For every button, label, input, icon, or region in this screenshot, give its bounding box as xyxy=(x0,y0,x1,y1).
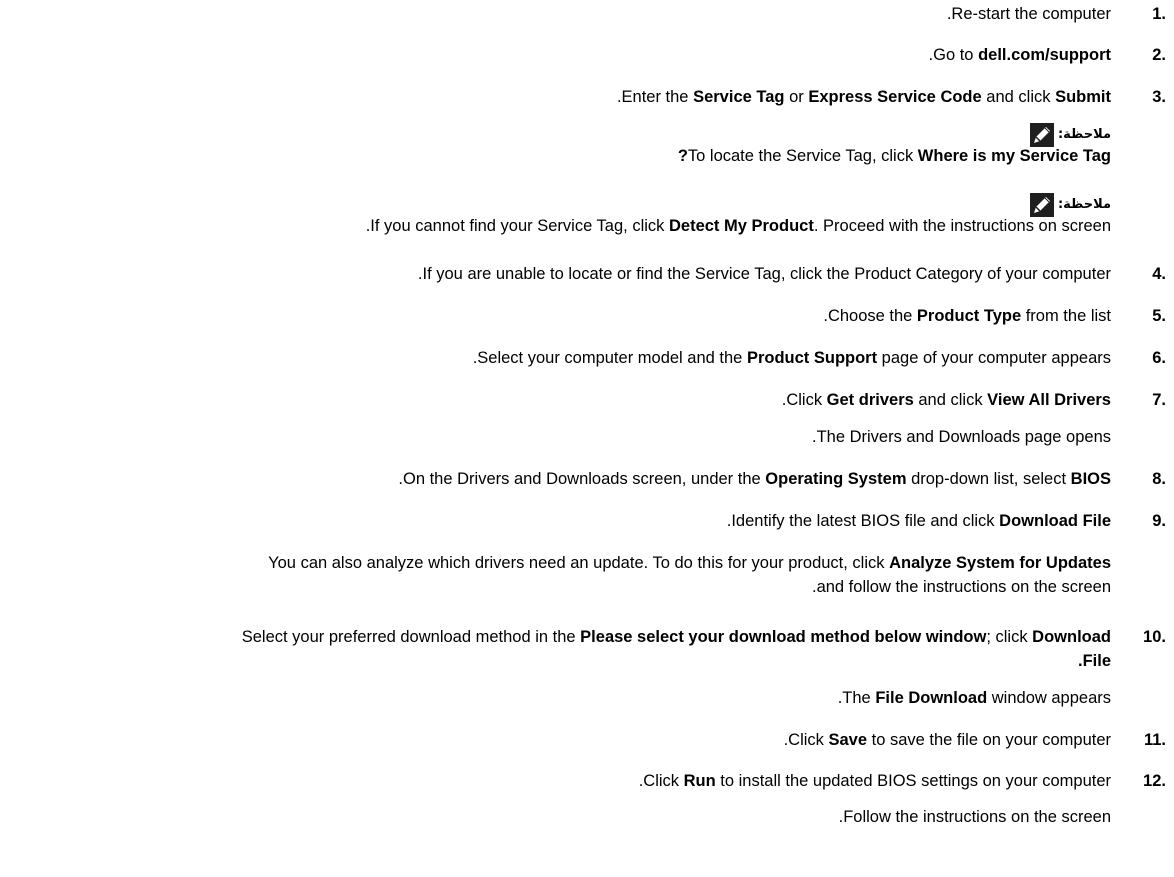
text-run: window appears xyxy=(987,689,1111,707)
step-text: .Click Run to install the updated BIOS s… xyxy=(639,771,1111,791)
step-text: .Click Save to save the file on your com… xyxy=(784,730,1111,750)
bold-text-run: Detect My Product xyxy=(668,217,814,235)
step-subtext: .Follow the instructions on the screen xyxy=(838,808,1111,826)
text-run: to save the file on your computer xyxy=(867,731,1111,749)
text-run: Select your preferred download method in… xyxy=(241,628,581,646)
step-text: .If you are unable to locate or find the… xyxy=(418,264,1111,284)
note-header: ملاحظة: xyxy=(1029,193,1111,217)
text-run: .Enter the xyxy=(616,88,694,106)
step-subtext: .and follow the instructions on the scre… xyxy=(811,578,1111,596)
step-number: .1 xyxy=(1152,5,1166,23)
step-text: Select your preferred download method in… xyxy=(242,627,1111,647)
bold-text-run: Submit xyxy=(1055,88,1111,106)
step-number: .8 xyxy=(1152,470,1166,488)
step-text: .On the Drivers and Downloads screen, un… xyxy=(398,469,1111,489)
step-number: .3 xyxy=(1152,88,1166,106)
text-run: to install the updated BIOS settings on … xyxy=(715,772,1111,790)
note-label: ملاحظة: xyxy=(1057,127,1111,142)
step-number: .9 xyxy=(1152,512,1166,530)
text-run: from the list xyxy=(1021,307,1111,325)
bold-text-run: Download File xyxy=(999,512,1111,530)
text-run: .If you cannot find your Service Tag, cl… xyxy=(365,217,669,235)
bold-text-run: Operating System xyxy=(765,470,907,488)
text-run: .The xyxy=(837,689,876,707)
bold-text-run: Service Tag xyxy=(693,88,785,106)
bold-text-run: Run xyxy=(683,772,716,790)
text-run: .Click xyxy=(781,391,827,409)
step-text: .Select your computer model and the Prod… xyxy=(473,348,1111,368)
step-number: .12 xyxy=(1143,772,1166,790)
text-run: .Click xyxy=(638,772,684,790)
bold-text-run: Where is my Service Tag xyxy=(917,147,1111,165)
pencil-note-icon xyxy=(1029,123,1054,147)
step-subtext: .The Drivers and Downloads page opens xyxy=(811,428,1111,446)
bold-text-run: .File xyxy=(1077,652,1111,670)
step-text: .Click Get drivers and click View All Dr… xyxy=(782,390,1111,410)
text-run: You can also analyze which drivers need … xyxy=(268,554,890,572)
step-text: .Re-start the computer xyxy=(947,4,1111,24)
bold-text-run: Save xyxy=(828,731,868,749)
bold-text-run: BIOS xyxy=(1070,470,1111,488)
note-label: ملاحظة: xyxy=(1057,197,1111,212)
step-number: .10 xyxy=(1143,628,1166,646)
text-run: .Select your computer model and the xyxy=(472,349,747,367)
note-text: ?To locate the Service Tag, click Where … xyxy=(678,146,1111,166)
bold-text-run: dell.com/support xyxy=(978,46,1111,64)
bold-text-run: Please select your download method below… xyxy=(580,628,987,646)
bold-text-run: Product Type xyxy=(916,307,1022,325)
step-number: .4 xyxy=(1152,265,1166,283)
text-run: drop-down list, select xyxy=(906,470,1071,488)
note-header: ملاحظة: xyxy=(1029,123,1111,147)
step-text-continued: .File xyxy=(1078,651,1111,671)
bold-text-run: Express Service Code xyxy=(808,88,982,106)
step-number: .7 xyxy=(1152,391,1166,409)
step-text: .Enter the Service Tag or Express Servic… xyxy=(617,87,1111,107)
bold-text-run: Download xyxy=(1032,628,1111,646)
step-subtext: You can also analyze which drivers need … xyxy=(268,553,1111,573)
bold-text-run: Analyze System for Updates xyxy=(889,554,1111,572)
bold-text-run: View All Drivers xyxy=(987,391,1111,409)
text-run: . Proceed with the instructions on scree… xyxy=(813,217,1111,235)
step-number: .5 xyxy=(1152,307,1166,325)
text-run: ; click xyxy=(986,628,1033,646)
bold-text-run: Get drivers xyxy=(826,391,914,409)
step-text: .Identify the latest BIOS file and click… xyxy=(727,511,1111,531)
step-subtext: .The File Download window appears xyxy=(838,688,1111,708)
text-run: .Choose the xyxy=(823,307,917,325)
text-run: .Re-start the computer xyxy=(946,5,1111,23)
text-run: and click xyxy=(913,391,988,409)
pencil-note-icon xyxy=(1029,193,1054,217)
text-run: .If you are unable to locate or find the… xyxy=(417,265,1111,283)
text-run: .On the Drivers and Downloads screen, un… xyxy=(398,470,766,488)
bold-text-run: Product Support xyxy=(746,349,878,367)
bold-text-run: File Download xyxy=(875,689,988,707)
text-run: To locate the Service Tag, click xyxy=(687,147,918,165)
bold-text-run: ? xyxy=(677,147,688,165)
text-run: or xyxy=(784,88,809,106)
text-run: .Click xyxy=(783,731,829,749)
text-run: .Identify the latest BIOS file and click xyxy=(726,512,1000,530)
note-text: .If you cannot find your Service Tag, cl… xyxy=(366,216,1111,236)
text-run: .Go to xyxy=(928,46,979,64)
step-number: .2 xyxy=(1152,46,1166,64)
step-number: .11 xyxy=(1143,731,1166,749)
step-text: .Choose the Product Type from the list xyxy=(823,306,1111,326)
text-run: page of your computer appears xyxy=(877,349,1111,367)
step-number: .6 xyxy=(1152,349,1166,367)
step-text: .Go to dell.com/support xyxy=(929,45,1111,65)
text-run: and click xyxy=(981,88,1056,106)
